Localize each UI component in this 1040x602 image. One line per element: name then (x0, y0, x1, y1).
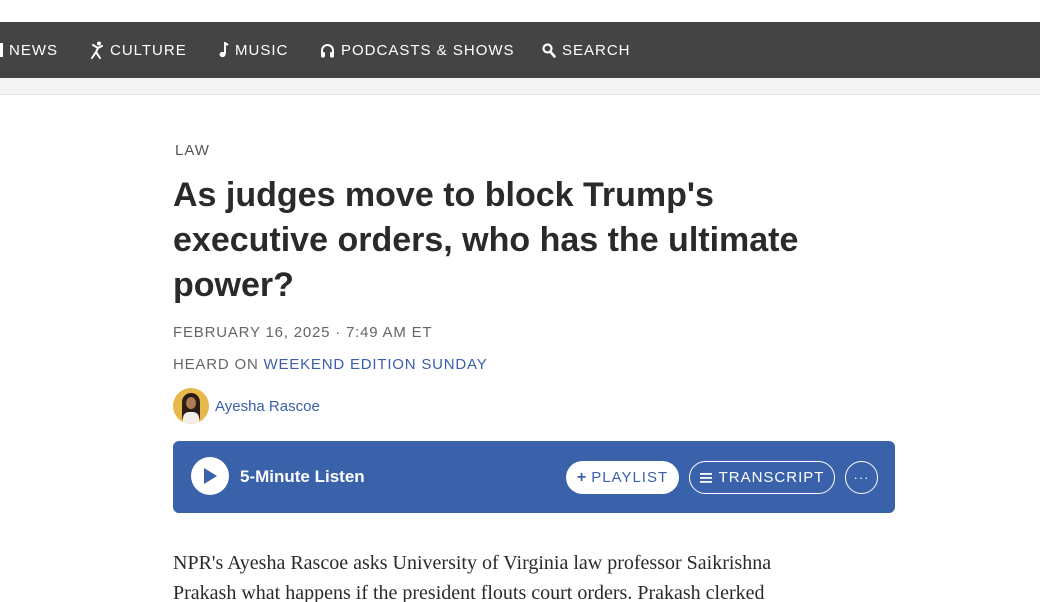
nav-item-label: MUSIC (235, 41, 289, 59)
heard-on: HEARD ON WEEKEND EDITION SUNDAY (173, 356, 488, 373)
play-icon (204, 468, 217, 484)
nav-item-music[interactable]: MUSIC (219, 22, 288, 78)
page-title: As judges move to block Trump's executiv… (173, 176, 799, 304)
search-icon (542, 42, 556, 58)
body-line: Prakash what happens if the president fl… (173, 582, 765, 602)
nav-item-label: CULTURE (110, 41, 187, 59)
body-line: NPR's Ayesha Rascoe asks University of V… (173, 552, 772, 574)
nav-item-culture[interactable]: CULTURE (91, 22, 187, 78)
headphones-icon (320, 43, 335, 58)
nav-item-search[interactable]: SEARCH (542, 22, 631, 78)
show-link[interactable]: WEEKEND EDITION SUNDAY (264, 356, 488, 373)
list-icon (699, 472, 712, 484)
byline: Ayesha Rascoe (173, 388, 320, 424)
nav-item-label: SEARCH (562, 41, 631, 59)
culture-icon (91, 41, 104, 59)
section-label[interactable]: LAW (175, 142, 210, 159)
transcript-label: TRANSCRIPT (718, 469, 825, 486)
news-icon (0, 43, 3, 57)
more-options-button[interactable]: ··· (845, 461, 878, 494)
article-body: NPR's Ayesha Rascoe asks University of V… (173, 548, 895, 602)
playlist-label: PLAYLIST (591, 469, 669, 486)
top-gap (0, 0, 1040, 22)
music-note-icon (219, 42, 229, 58)
more-icon: ··· (853, 470, 870, 485)
heard-on-prefix: HEARD ON (173, 356, 259, 373)
nav-item-label: NEWS (9, 41, 58, 59)
transcript-button[interactable]: TRANSCRIPT (689, 461, 835, 494)
author-avatar[interactable] (173, 388, 209, 424)
nav-item-label: PODCASTS & SHOWS (341, 41, 515, 59)
main-nav: NEWS CULTURE MUSIC PODCASTS & SHOWS SEAR… (0, 22, 1040, 78)
nav-item-news[interactable]: NEWS (0, 22, 58, 78)
author-link[interactable]: Ayesha Rascoe (215, 398, 320, 415)
dateline: FEBRUARY 16, 2025 · 7:49 AM ET (173, 324, 433, 341)
secondary-nav-strip (0, 78, 1040, 95)
play-button[interactable] (191, 457, 229, 495)
nav-item-podcasts[interactable]: PODCASTS & SHOWS (320, 22, 515, 78)
listen-duration: 5-Minute Listen (240, 467, 365, 486)
audio-player: 5-Minute Listen + PLAYLIST TRANSCRIPT ··… (173, 441, 895, 513)
plus-icon: + (576, 468, 588, 486)
add-to-playlist-button[interactable]: + PLAYLIST (566, 461, 679, 494)
